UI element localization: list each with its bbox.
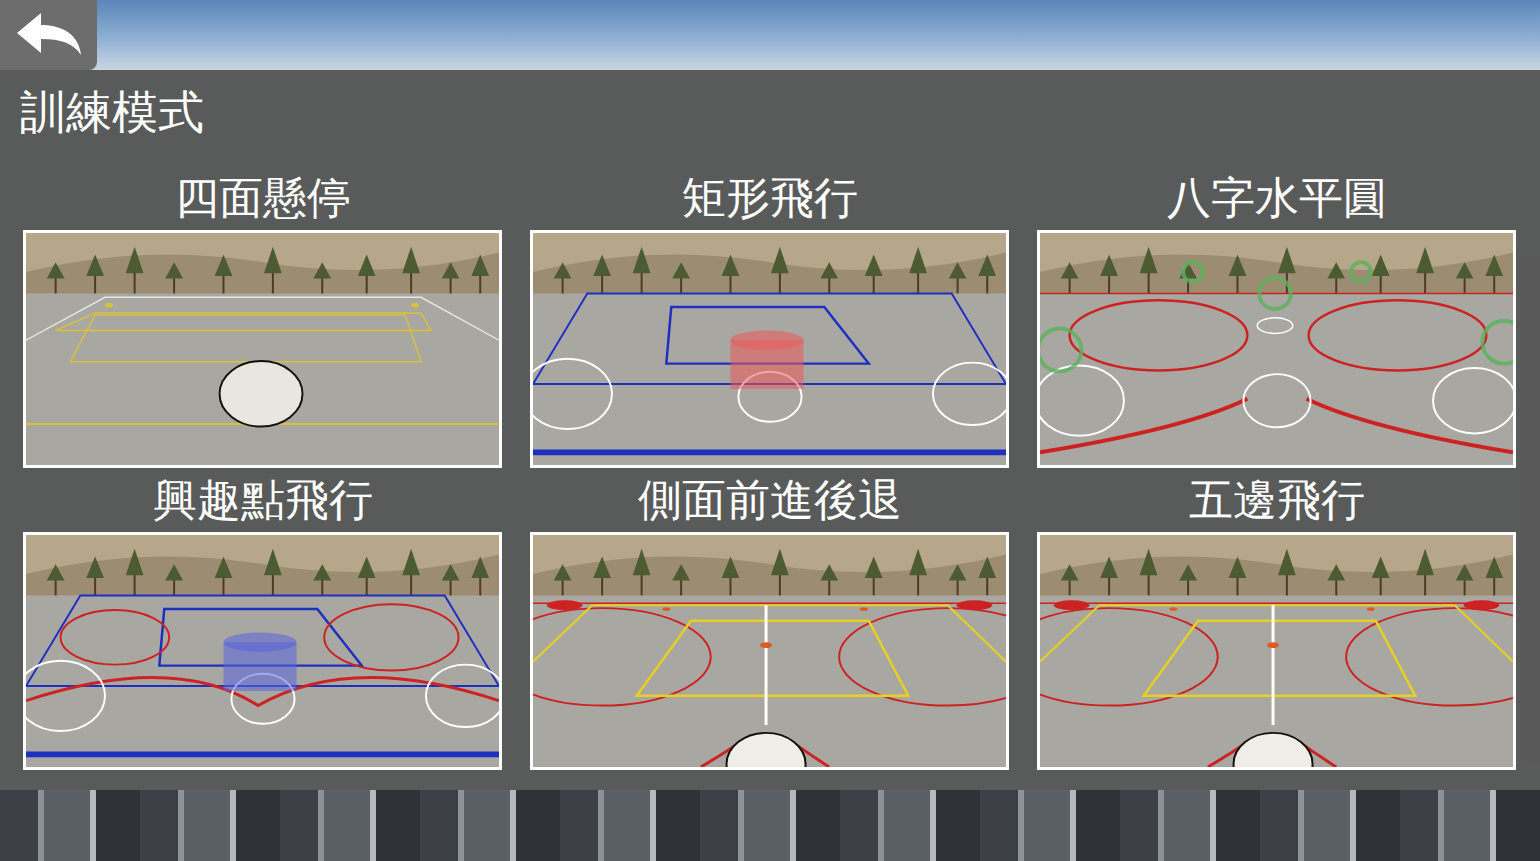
course-preview-icon <box>533 233 1006 465</box>
mode-preview[interactable] <box>530 532 1009 770</box>
mode-title[interactable]: 側面前進後退 <box>530 468 1009 532</box>
mode-grid: 四面懸停矩形飛行八字水平圓興趣點飛行側面前進後退五邊飛行 <box>23 166 1517 770</box>
course-preview-icon <box>533 535 1006 767</box>
mode-preview[interactable] <box>23 230 502 468</box>
course-preview-icon <box>26 233 499 465</box>
city-background <box>0 790 1540 861</box>
course-preview-icon <box>1040 233 1513 465</box>
sky-background <box>0 0 1540 70</box>
mode-card[interactable]: 側面前進後退 <box>530 468 1009 770</box>
back-button[interactable] <box>0 0 97 70</box>
screen-title: 訓練模式 <box>20 80 1517 144</box>
mode-title[interactable]: 四面懸停 <box>23 166 502 230</box>
mode-title[interactable]: 矩形飛行 <box>530 166 1009 230</box>
mode-title[interactable]: 興趣點飛行 <box>23 468 502 532</box>
mode-card[interactable]: 八字水平圓 <box>1037 166 1516 468</box>
mode-card[interactable]: 五邊飛行 <box>1037 468 1516 770</box>
mode-card[interactable]: 矩形飛行 <box>530 166 1009 468</box>
mode-preview[interactable] <box>1037 230 1516 468</box>
mode-title[interactable]: 五邊飛行 <box>1037 468 1516 532</box>
mode-card[interactable]: 四面懸停 <box>23 166 502 468</box>
course-preview-icon <box>1040 535 1513 767</box>
mode-preview[interactable] <box>23 532 502 770</box>
mode-title[interactable]: 八字水平圓 <box>1037 166 1516 230</box>
back-arrow-icon <box>11 9 87 61</box>
mode-preview[interactable] <box>1037 532 1516 770</box>
mode-preview[interactable] <box>530 230 1009 468</box>
mode-card[interactable]: 興趣點飛行 <box>23 468 502 770</box>
course-preview-icon <box>26 535 499 767</box>
training-panel: 訓練模式 四面懸停矩形飛行八字水平圓興趣點飛行側面前進後退五邊飛行 <box>0 70 1540 790</box>
